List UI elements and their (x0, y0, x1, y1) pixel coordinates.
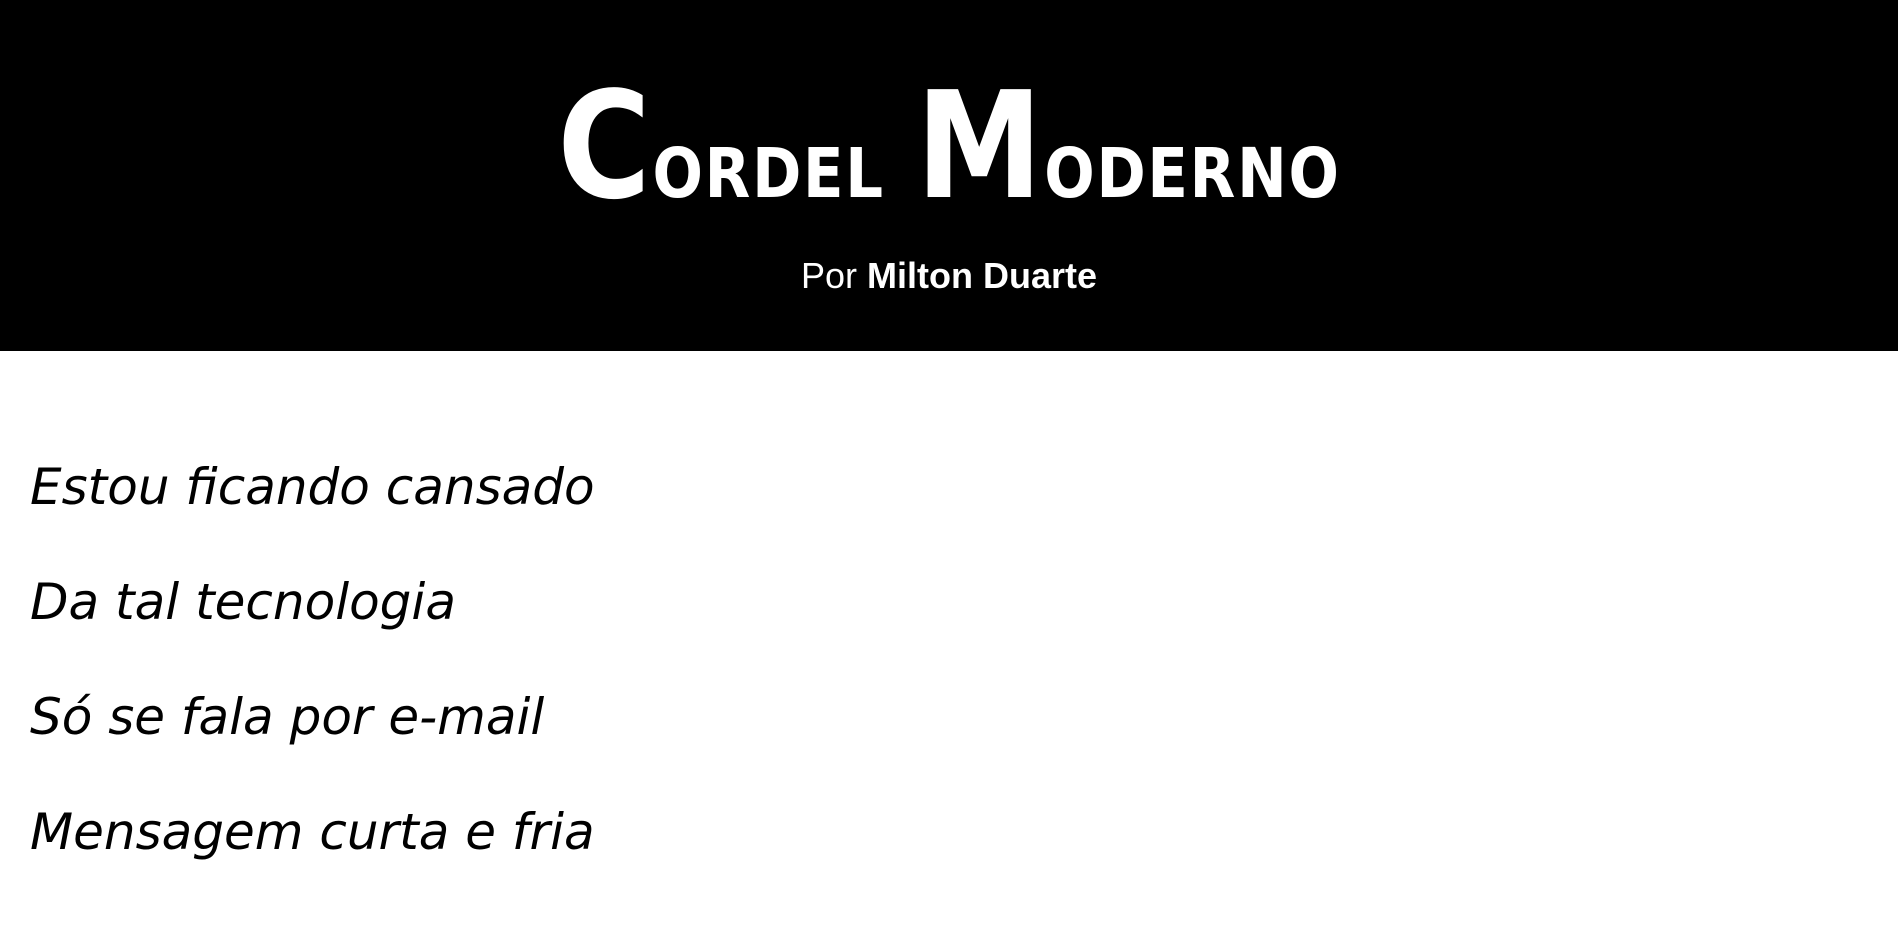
byline: Por Milton Duarte (0, 258, 1898, 294)
poem-verse: Só se fala por e-mail (30, 688, 545, 746)
header-banner: Cordel Moderno Por Milton Duarte (0, 0, 1898, 351)
title-word-cordel: ordel (652, 107, 885, 221)
page-title: Cordel Moderno (133, 72, 1765, 220)
poem-verse: Da tal tecnologia (30, 573, 456, 631)
byline-prefix: Por (800, 255, 857, 296)
page: Cordel Moderno Por Milton Duarte Estou f… (0, 0, 1898, 933)
poem-verse: Mensagem curta e fria (30, 803, 595, 861)
poem-verse: Estou ficando cansado (30, 458, 595, 516)
byline-author: Milton Duarte (867, 255, 1098, 296)
title-word-moderno: oderno (1044, 107, 1341, 221)
poem-body: Estou ficando cansado Da tal tecnologia … (30, 462, 595, 922)
title-initial-c: C (557, 60, 653, 232)
title-initial-m: M (915, 60, 1045, 232)
